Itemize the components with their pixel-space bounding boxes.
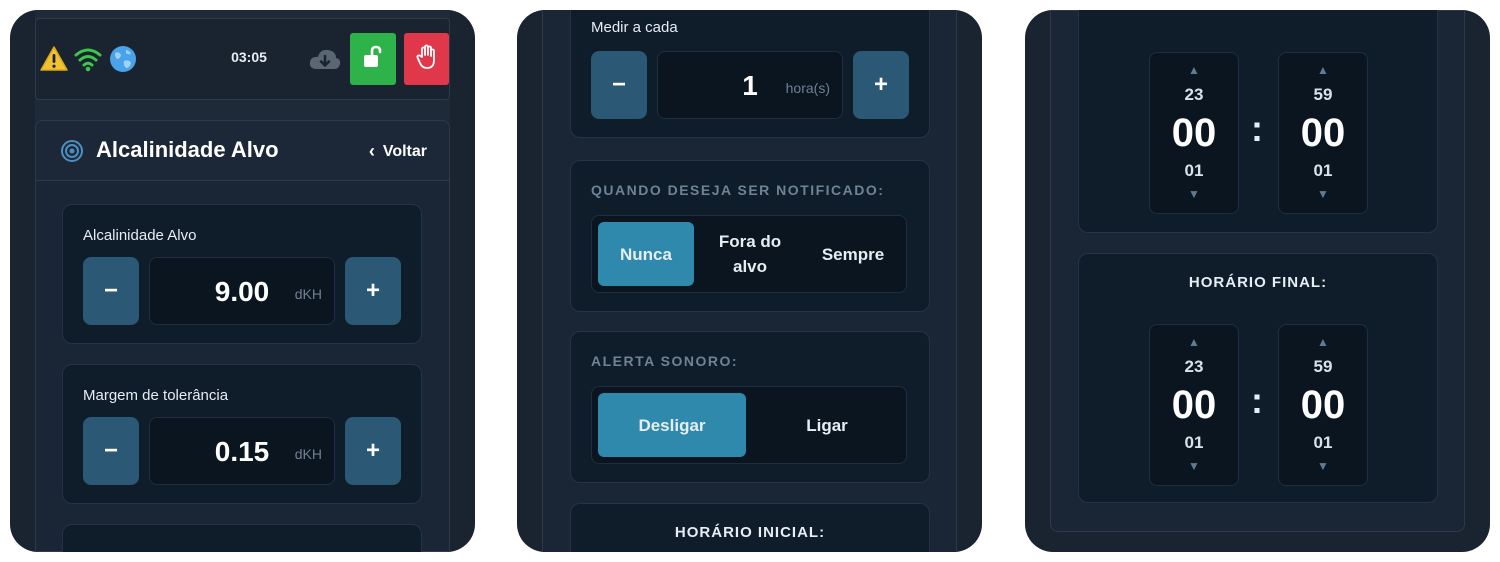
tolerance-value-display: 0.15 dKH <box>149 417 335 485</box>
start-hour-picker[interactable]: ▲ 23 00 01 ▼ <box>1149 52 1239 214</box>
end-time-card: HORÁRIO FINAL: ▲ 23 00 01 ▼ : ▲ 59 00 01… <box>1078 253 1438 503</box>
start-hour-next: 01 <box>1184 161 1204 180</box>
start-time-card: HORÁRIO INICIAL: <box>570 503 930 552</box>
sound-alert-segmented-control: Desligar Ligar <box>591 386 907 464</box>
end-hour-picker[interactable]: ▲ 23 00 01 ▼ <box>1149 324 1239 486</box>
sound-alert-title: ALERTA SONORO: <box>591 353 738 369</box>
target-value-label: Alcalinidade Alvo <box>83 227 197 244</box>
emergency-stop-button[interactable] <box>404 33 449 85</box>
screen-content: 03:05 Alcalinidade Alvo ‹ Voltar Alcalin… <box>35 10 450 552</box>
end-hour-up-icon[interactable]: ▲ <box>1150 335 1238 349</box>
back-button[interactable]: ‹ Voltar <box>369 141 427 162</box>
tolerance-card: Margem de tolerância − 0.15 dKH + <box>62 364 422 504</box>
sound-option-off[interactable]: Desligar <box>598 393 746 457</box>
end-minute-value: 00 <box>1300 383 1346 427</box>
start-hour-value: 00 <box>1171 111 1217 155</box>
sound-alert-card: ALERTA SONORO: Desligar Ligar <box>570 331 930 483</box>
warning-icon[interactable] <box>40 45 68 73</box>
measure-value-display: 1 hora(s) <box>657 51 843 119</box>
screen-alkalinity-settings: 03:05 Alcalinidade Alvo ‹ Voltar Alcalin… <box>10 10 475 552</box>
measure-unit: hora(s) <box>785 80 830 96</box>
chevron-left-icon: ‹ <box>368 141 375 161</box>
back-button-label: Voltar <box>382 142 427 160</box>
status-bar: 03:05 <box>35 18 450 100</box>
end-minute-up-icon[interactable]: ▲ <box>1279 335 1367 349</box>
notify-option-always[interactable]: Sempre <box>804 222 902 286</box>
notify-option-out-of-target[interactable]: Fora do alvo <box>700 222 800 286</box>
target-decrement-button[interactable]: − <box>83 257 139 325</box>
start-hour-up-icon[interactable]: ▲ <box>1150 63 1238 77</box>
end-minute-prev: 59 <box>1313 357 1333 376</box>
start-minute-up-icon[interactable]: ▲ <box>1279 63 1367 77</box>
cloud-download-icon[interactable] <box>308 45 342 73</box>
globe-icon[interactable] <box>108 44 138 74</box>
measure-interval-label: Medir a cada <box>591 19 678 36</box>
notify-option-never[interactable]: Nunca <box>598 222 694 286</box>
unlock-icon <box>361 45 385 74</box>
notification-title: QUANDO DESEJA SER NOTIFICADO: <box>591 182 885 198</box>
tolerance-decrement-button[interactable]: − <box>83 417 139 485</box>
end-hour-down-icon[interactable]: ▼ <box>1150 459 1238 473</box>
start-minute-next: 01 <box>1313 161 1333 180</box>
hand-stop-icon <box>415 44 439 75</box>
screen-content: ▲ 23 00 01 ▼ : ▲ 59 00 01 ▼ HORÁRIO FINA… <box>1050 10 1465 532</box>
tolerance-increment-button[interactable]: + <box>345 417 401 485</box>
start-hour-down-icon[interactable]: ▼ <box>1150 187 1238 201</box>
notification-segmented-control: Nunca Fora do alvo Sempre <box>591 215 907 293</box>
notification-card: QUANDO DESEJA SER NOTIFICADO: Nunca Fora… <box>570 160 930 312</box>
wifi-icon[interactable] <box>74 45 102 73</box>
sound-option-on[interactable]: Ligar <box>752 393 902 457</box>
end-minute-picker[interactable]: ▲ 59 00 01 ▼ <box>1278 324 1368 486</box>
target-value-display: 9.00 dKH <box>149 257 335 325</box>
tolerance-unit: dKH <box>294 446 322 462</box>
start-minute-value: 00 <box>1300 111 1346 155</box>
end-hour-prev: 23 <box>1184 357 1204 376</box>
screen-measurement-settings: Medir a cada − 1 hora(s) + QUANDO DESEJA… <box>517 10 982 552</box>
target-increment-button[interactable]: + <box>345 257 401 325</box>
end-minute-next: 01 <box>1313 433 1333 452</box>
screen-content: Medir a cada − 1 hora(s) + QUANDO DESEJA… <box>542 10 957 552</box>
tolerance-label: Margem de tolerância <box>83 387 229 404</box>
clock-time: 03:05 <box>231 49 267 65</box>
panel-header: Alcalinidade Alvo ‹ Voltar <box>36 121 449 181</box>
next-card <box>62 524 422 552</box>
start-time-title: HORÁRIO INICIAL: <box>674 524 826 541</box>
start-minute-picker[interactable]: ▲ 59 00 01 ▼ <box>1278 52 1368 214</box>
end-minute-down-icon[interactable]: ▼ <box>1279 459 1367 473</box>
start-time-picker-card: ▲ 23 00 01 ▼ : ▲ 59 00 01 ▼ <box>1078 10 1438 233</box>
target-unit: dKH <box>294 286 322 302</box>
screen-schedule-settings: ▲ 23 00 01 ▼ : ▲ 59 00 01 ▼ HORÁRIO FINA… <box>1025 10 1490 552</box>
start-hour-prev: 23 <box>1184 85 1204 104</box>
measure-increment-button[interactable]: + <box>853 51 909 119</box>
measure-interval-card: Medir a cada − 1 hora(s) + <box>570 10 930 138</box>
target-value-card: Alcalinidade Alvo − 9.00 dKH + <box>62 204 422 344</box>
start-minute-prev: 59 <box>1313 85 1333 104</box>
end-time-title: HORÁRIO FINAL: <box>1188 274 1328 291</box>
start-time-separator: : <box>1251 108 1263 149</box>
end-time-separator: : <box>1251 380 1263 421</box>
unlock-button[interactable] <box>350 33 396 85</box>
end-hour-next: 01 <box>1184 433 1204 452</box>
settings-panel: Alcalinidade Alvo ‹ Voltar Alcalinidade … <box>35 120 450 552</box>
measure-decrement-button[interactable]: − <box>591 51 647 119</box>
page-title: Alcalinidade Alvo <box>96 137 279 162</box>
end-hour-value: 00 <box>1171 383 1217 427</box>
start-minute-down-icon[interactable]: ▼ <box>1279 187 1367 201</box>
target-icon <box>60 139 84 163</box>
